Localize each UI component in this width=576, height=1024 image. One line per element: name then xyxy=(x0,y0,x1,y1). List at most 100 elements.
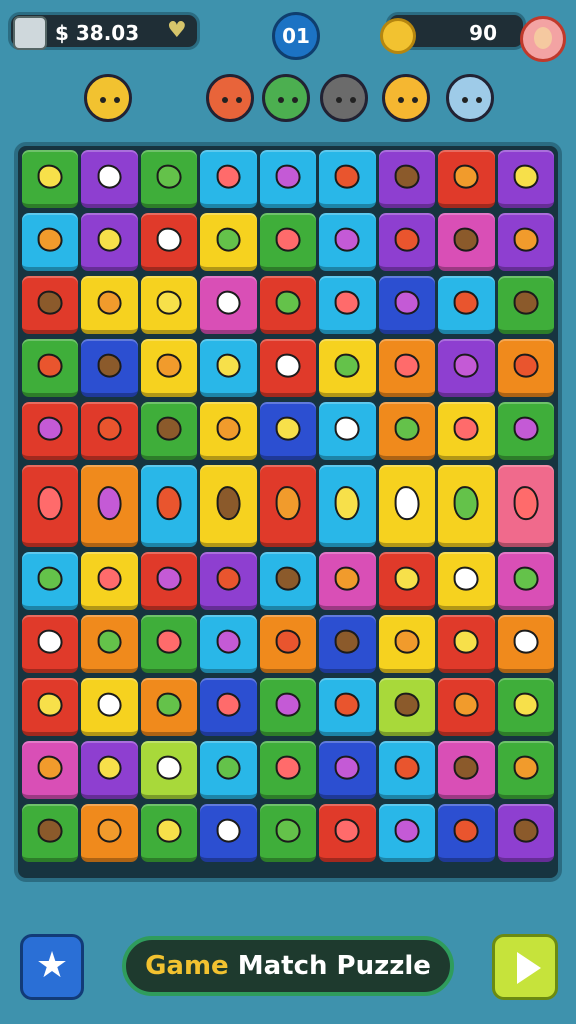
game-tile[interactable] xyxy=(22,402,79,460)
game-tile[interactable] xyxy=(378,804,436,862)
game-tile[interactable] xyxy=(438,741,495,799)
game-tile[interactable] xyxy=(319,150,376,208)
game-tile[interactable] xyxy=(497,213,554,271)
game-tile[interactable] xyxy=(319,678,376,736)
game-tile[interactable] xyxy=(319,276,376,334)
game-tile[interactable] xyxy=(140,213,198,271)
game-tile[interactable] xyxy=(22,741,79,799)
game-tile[interactable] xyxy=(497,741,554,799)
game-tile[interactable] xyxy=(378,465,436,547)
game-tile[interactable] xyxy=(22,465,79,547)
game-tile[interactable] xyxy=(259,615,317,673)
game-tile[interactable] xyxy=(259,150,317,208)
game-tile[interactable] xyxy=(200,339,257,397)
game-tile[interactable] xyxy=(200,213,257,271)
game-tile[interactable] xyxy=(497,465,554,547)
game-tile[interactable] xyxy=(200,615,257,673)
game-tile[interactable] xyxy=(259,804,317,862)
game-tile[interactable] xyxy=(200,552,257,610)
game-tile[interactable] xyxy=(200,276,257,334)
game-tile[interactable] xyxy=(438,615,495,673)
game-tile[interactable] xyxy=(81,402,138,460)
game-tile[interactable] xyxy=(81,150,138,208)
game-tile[interactable] xyxy=(438,213,495,271)
game-tile[interactable] xyxy=(438,678,495,736)
game-tile[interactable] xyxy=(81,339,138,397)
game-tile[interactable] xyxy=(81,276,138,334)
game-tile[interactable] xyxy=(200,741,257,799)
game-tile[interactable] xyxy=(200,150,257,208)
game-tile[interactable] xyxy=(22,339,79,397)
game-tile[interactable] xyxy=(259,678,317,736)
game-tile[interactable] xyxy=(438,402,495,460)
game-tile[interactable] xyxy=(378,552,436,610)
game-tile[interactable] xyxy=(319,741,376,799)
game-tile[interactable] xyxy=(497,615,554,673)
game-tile[interactable] xyxy=(200,402,257,460)
play-button[interactable] xyxy=(492,934,558,1000)
game-tile[interactable] xyxy=(200,678,257,736)
game-tile[interactable] xyxy=(81,804,138,862)
game-tile[interactable] xyxy=(438,552,495,610)
game-tile[interactable] xyxy=(378,213,436,271)
game-tile[interactable] xyxy=(259,339,317,397)
game-tile[interactable] xyxy=(22,552,79,610)
game-tile[interactable] xyxy=(140,465,198,547)
game-tile[interactable] xyxy=(438,150,495,208)
game-tile[interactable] xyxy=(22,678,79,736)
game-tile[interactable] xyxy=(81,741,138,799)
game-tile[interactable] xyxy=(259,402,317,460)
game-tile[interactable] xyxy=(81,552,138,610)
game-tile[interactable] xyxy=(438,804,495,862)
game-tile[interactable] xyxy=(497,402,554,460)
game-tile[interactable] xyxy=(140,804,198,862)
game-tile[interactable] xyxy=(378,615,436,673)
game-tile[interactable] xyxy=(22,276,79,334)
player-avatar-icon[interactable] xyxy=(520,16,566,62)
game-tile[interactable] xyxy=(319,339,376,397)
game-tile[interactable] xyxy=(140,276,198,334)
game-tile[interactable] xyxy=(319,465,376,547)
game-tile[interactable] xyxy=(378,741,436,799)
game-tile[interactable] xyxy=(81,678,138,736)
game-tile[interactable] xyxy=(378,276,436,334)
game-tile[interactable] xyxy=(438,339,495,397)
game-tile[interactable] xyxy=(497,804,554,862)
game-tile[interactable] xyxy=(378,150,436,208)
game-tile[interactable] xyxy=(438,465,495,547)
game-tile[interactable] xyxy=(22,804,79,862)
game-tile[interactable] xyxy=(140,678,198,736)
game-tile[interactable] xyxy=(497,276,554,334)
game-tile[interactable] xyxy=(259,213,317,271)
game-tile[interactable] xyxy=(259,552,317,610)
game-tile[interactable] xyxy=(81,615,138,673)
game-tile[interactable] xyxy=(22,615,79,673)
game-tile[interactable] xyxy=(497,150,554,208)
star-button[interactable]: ★ xyxy=(20,934,84,1000)
game-tile[interactable] xyxy=(259,276,317,334)
game-tile[interactable] xyxy=(259,741,317,799)
game-tile[interactable] xyxy=(319,615,376,673)
game-tile[interactable] xyxy=(22,213,79,271)
game-tile[interactable] xyxy=(497,678,554,736)
game-tile[interactable] xyxy=(319,552,376,610)
game-tile[interactable] xyxy=(140,615,198,673)
game-tile[interactable] xyxy=(319,804,376,862)
game-tile[interactable] xyxy=(22,150,79,208)
game-tile[interactable] xyxy=(140,402,198,460)
game-tile[interactable] xyxy=(140,150,198,208)
game-tile[interactable] xyxy=(140,741,198,799)
game-tile[interactable] xyxy=(497,339,554,397)
game-tile[interactable] xyxy=(81,465,138,547)
game-tile[interactable] xyxy=(378,339,436,397)
game-tile[interactable] xyxy=(497,552,554,610)
game-tile[interactable] xyxy=(140,552,198,610)
grid-icon[interactable] xyxy=(13,16,47,50)
game-tile[interactable] xyxy=(81,213,138,271)
game-tile[interactable] xyxy=(319,402,376,460)
game-tile[interactable] xyxy=(200,804,257,862)
game-tile[interactable] xyxy=(200,465,257,547)
game-tile[interactable] xyxy=(438,276,495,334)
game-tile[interactable] xyxy=(319,213,376,271)
game-tile[interactable] xyxy=(378,402,436,460)
